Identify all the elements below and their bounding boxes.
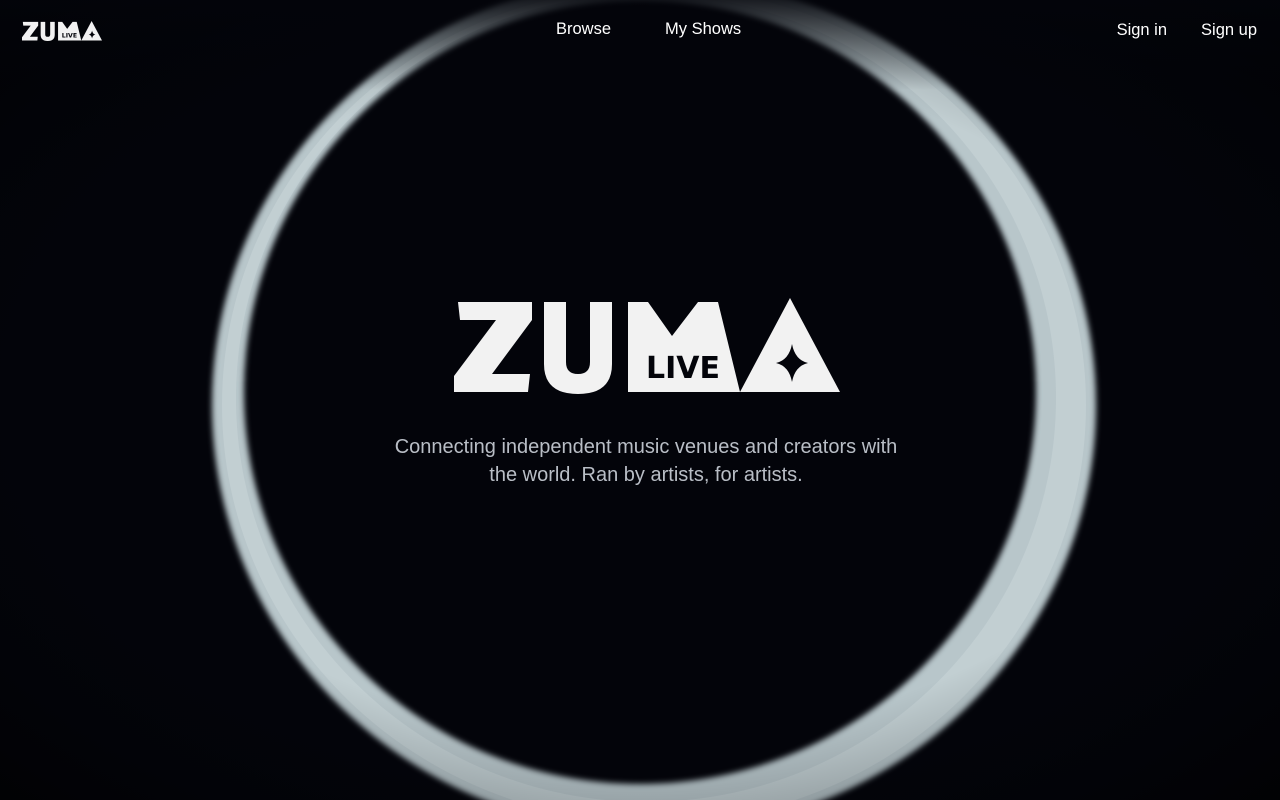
sign-up-link[interactable]: Sign up [1201, 21, 1257, 40]
home-logo-link[interactable]: LIVE [22, 19, 102, 43]
zuma-live-logo: LIVE [22, 21, 102, 41]
hero-tagline: Connecting independent music venues and … [394, 436, 898, 486]
primary-nav: Browse My Shows [556, 20, 741, 39]
auth-nav: Sign in Sign up [1117, 21, 1257, 40]
top-navbar: LIVE Browse My Shows Sign in Sign up [0, 0, 1280, 62]
page: LIVE Browse My Shows Sign in Sign up LIV… [0, 0, 1280, 800]
svg-text:LIVE: LIVE [62, 33, 77, 40]
sign-in-link[interactable]: Sign in [1117, 21, 1167, 40]
zuma-live-wordmark: LIVE [454, 298, 840, 394]
ring-graphic [0, 0, 1280, 800]
nav-my-shows-link[interactable]: My Shows [665, 20, 741, 39]
hero-background-video [0, 0, 1280, 800]
logo-live-text: LIVE [646, 351, 720, 386]
hero-logo: LIVE [454, 296, 840, 396]
nav-browse-link[interactable]: Browse [556, 20, 611, 39]
